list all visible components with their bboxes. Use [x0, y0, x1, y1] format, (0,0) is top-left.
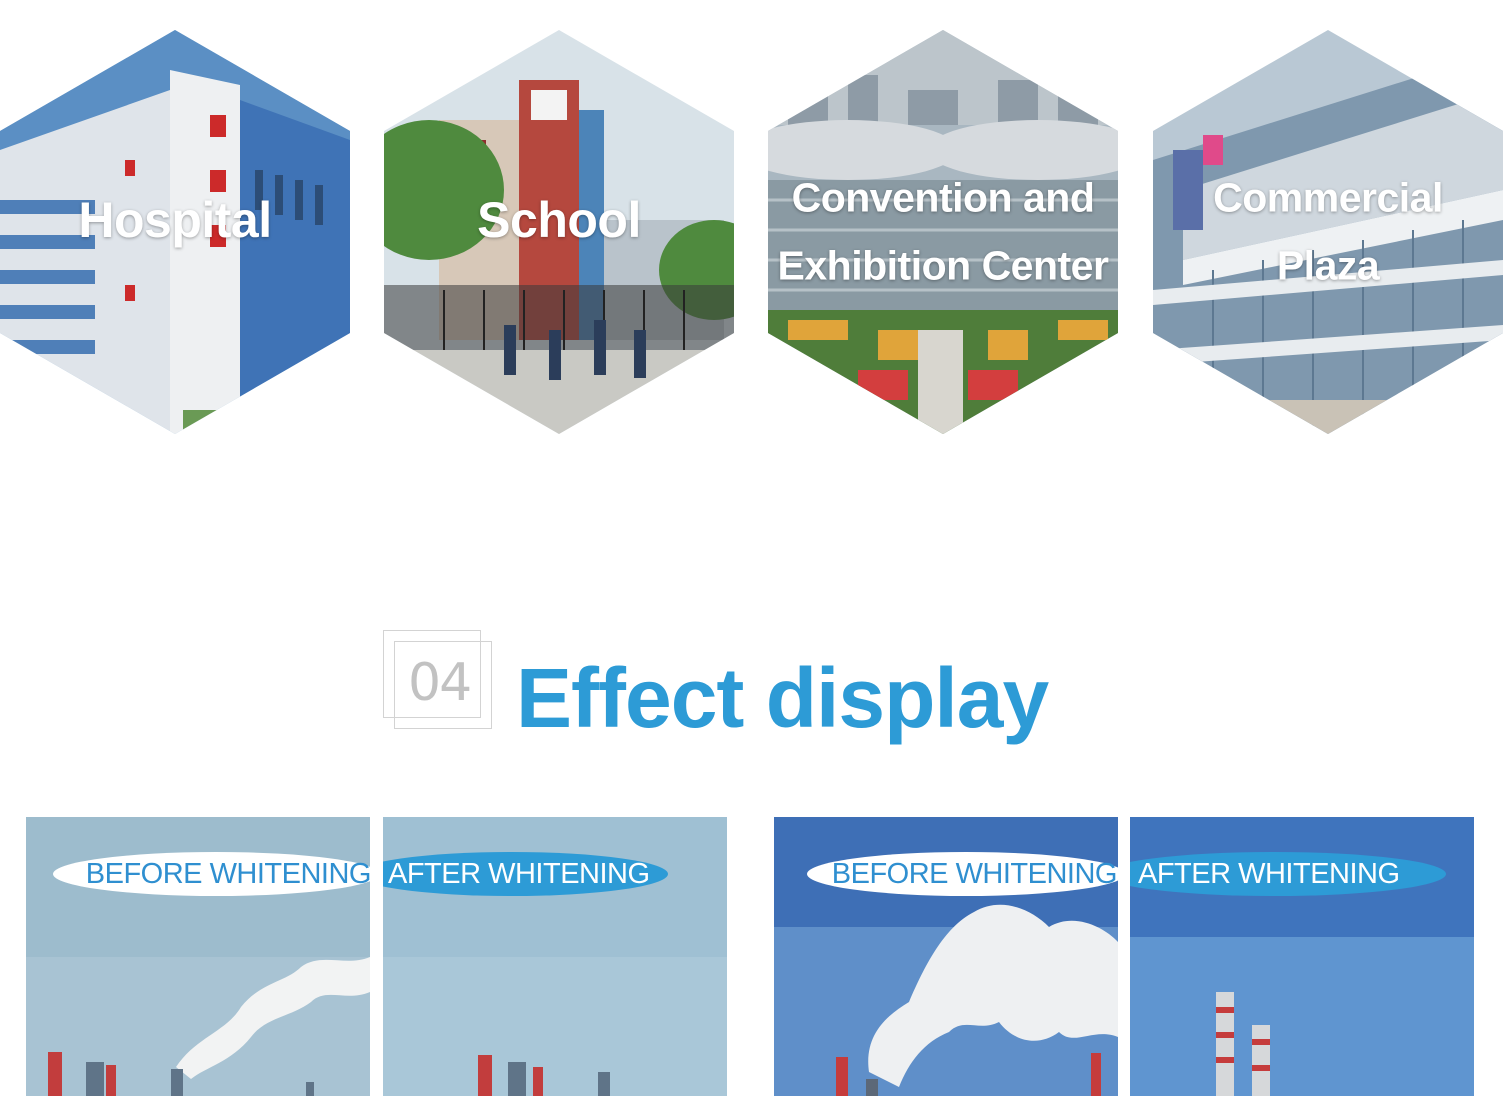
hex-label-hospital: Hospital	[0, 179, 350, 262]
hex-card-hospital[interactable]: Hospital	[0, 30, 350, 434]
after-whitening-badge: AFTER WHITENING	[383, 852, 668, 896]
hex-label-line: Exhibition Center	[777, 242, 1109, 288]
section-number: 04	[408, 653, 472, 713]
hex-card-school[interactable]: School	[384, 30, 734, 434]
hex-card-convention-center[interactable]: Convention and Exhibition Center	[768, 30, 1118, 434]
hex-label-line: Plaza	[1276, 242, 1380, 288]
hex-label-commercial-plaza: Commercial Plaza	[1153, 164, 1503, 299]
after-photo-2: AFTER WHITENING	[1130, 817, 1474, 1096]
hex-label-school: School	[384, 179, 734, 262]
hex-label-line: Hospital	[78, 191, 272, 248]
hex-card-commercial-plaza[interactable]: Commercial Plaza	[1153, 30, 1503, 434]
before-photo-2: BEFORE WHITENING	[774, 817, 1118, 1096]
hex-label-line: School	[477, 191, 641, 248]
hex-label-line: Convention and	[791, 174, 1095, 221]
section-title: Effect display	[516, 651, 1049, 745]
after-photo-1: AFTER WHITENING	[383, 817, 727, 1096]
hex-label-convention-center: Convention and Exhibition Center	[768, 164, 1118, 299]
after-whitening-badge: AFTER WHITENING	[1130, 852, 1446, 896]
before-whitening-badge: BEFORE WHITENING	[53, 852, 370, 896]
hex-label-line: Commercial	[1213, 174, 1443, 221]
section-number-badge: 04	[383, 630, 492, 729]
before-photo-1: BEFORE WHITENING	[26, 817, 370, 1096]
before-whitening-badge: BEFORE WHITENING	[807, 852, 1118, 896]
